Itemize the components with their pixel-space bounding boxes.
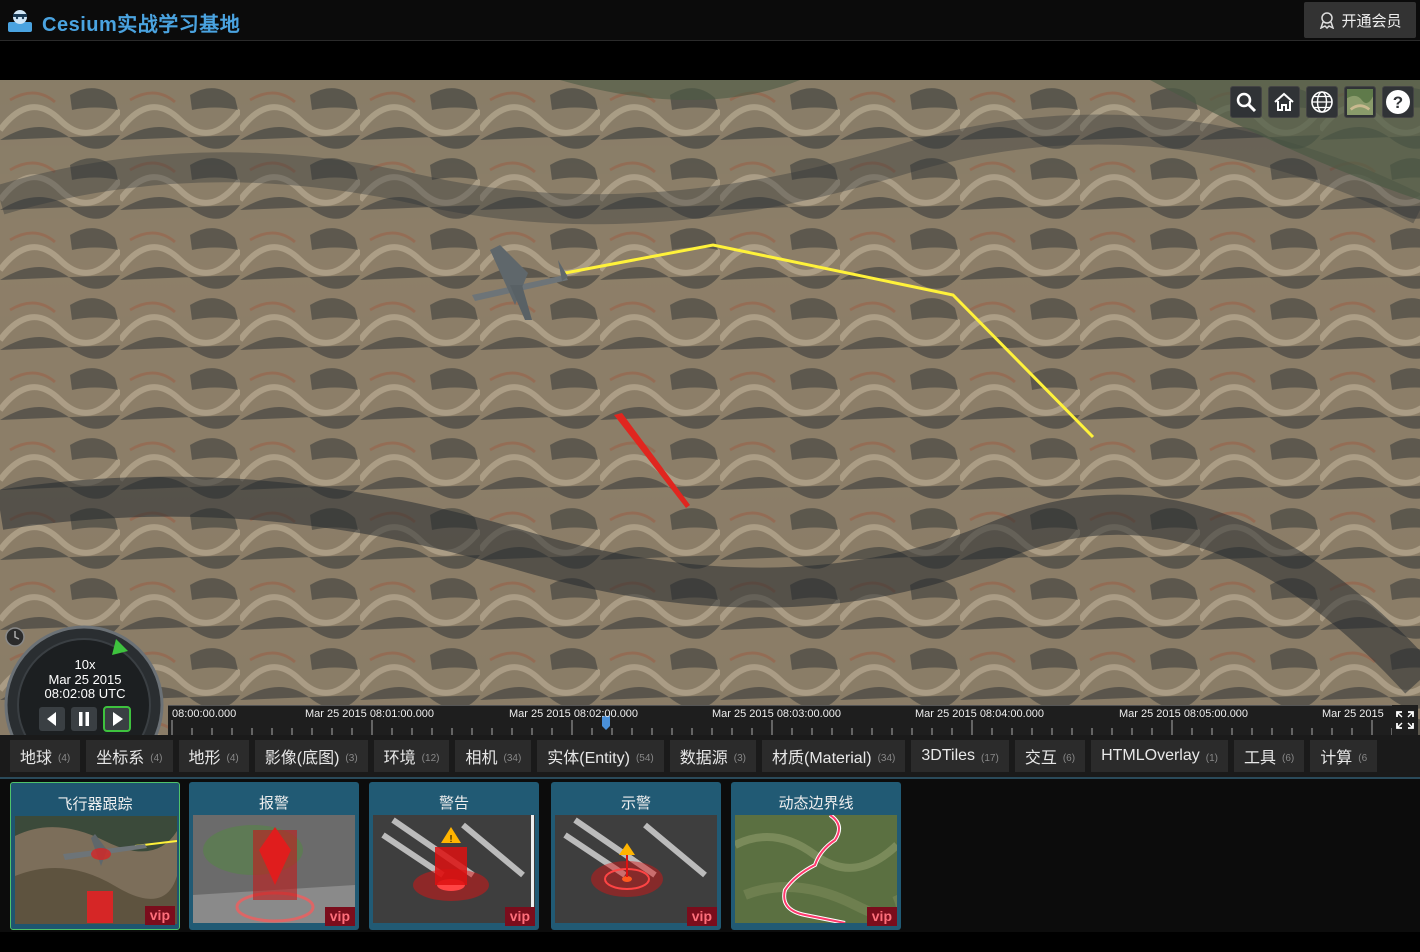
- tab-count: (17): [981, 752, 999, 764]
- tab-label: 坐标系: [96, 750, 145, 767]
- card-dynamic-boundary[interactable]: 动态边界线 vip: [731, 782, 901, 930]
- vip-badge: vip: [866, 907, 897, 926]
- terrain-map[interactable]: [0, 80, 1420, 735]
- app-title[interactable]: Cesium实战学习基地: [42, 8, 240, 37]
- tab-category[interactable]: 材质(Material) (34): [762, 740, 906, 772]
- vip-badge: vip: [324, 907, 355, 926]
- help-button[interactable]: ?: [1382, 86, 1414, 118]
- tab-label: 相机: [465, 750, 498, 767]
- vip-badge: vip: [686, 907, 717, 926]
- tab-count: (3): [345, 752, 358, 764]
- card-title: 动态边界线: [778, 795, 854, 812]
- fullscreen-button[interactable]: [1392, 705, 1418, 735]
- tab-category[interactable]: 计算 (6: [1310, 740, 1378, 772]
- imagery-icon: [1347, 89, 1373, 115]
- tab-label: 工具: [1244, 750, 1277, 767]
- tab-category[interactable]: 数据源 (3): [669, 740, 757, 772]
- tab-label: 环境: [383, 750, 416, 767]
- card-alarm[interactable]: 报警 vip: [189, 782, 359, 930]
- tab-count: (6): [1062, 752, 1076, 764]
- tab-count: (34): [503, 752, 522, 764]
- fullscreen-icon: [1396, 711, 1414, 729]
- home-button[interactable]: [1268, 86, 1300, 118]
- card-title: 示警: [620, 795, 651, 812]
- clock-speed: 10x: [74, 657, 96, 672]
- tab-count: (6): [1282, 752, 1295, 764]
- cesium-viewer[interactable]: ? 10x Mar 25 2015 08:02:08 UTC 08:00:00.…: [0, 80, 1420, 735]
- animation-widget[interactable]: 10x Mar 25 2015 08:02:08 UTC: [4, 625, 166, 735]
- tab-label: 交互: [1024, 750, 1057, 767]
- tab-category[interactable]: 交互 (6): [1014, 740, 1086, 772]
- timeline-label: 08:00:00.000: [172, 708, 237, 720]
- open-membership-label: 开通会员: [1341, 12, 1402, 30]
- vip-badge: vip: [504, 907, 535, 926]
- timeline-label: Mar 25 2015 08:02:00.000: [509, 708, 639, 720]
- tab-label: 数据源: [679, 750, 728, 767]
- card-title: 警告: [438, 795, 469, 812]
- example-cards: 飞行器跟踪 vip 报警 vip 警告 ! vip 示警 vip 动态边界线 v…: [0, 779, 1420, 952]
- timeline-label: Mar 25 2015 08:05:00.000: [1119, 708, 1249, 720]
- tab-count: (4): [226, 752, 239, 764]
- tab-label: 地球: [20, 750, 53, 767]
- tab-count: (1): [1205, 752, 1218, 764]
- tab-label: 实体(Entity): [547, 750, 630, 767]
- viewer-top-band: [0, 42, 1420, 80]
- base-layer-picker-button[interactable]: [1344, 86, 1376, 118]
- tab-label: 3DTiles: [921, 747, 976, 764]
- tab-category[interactable]: 环境 (12): [373, 740, 450, 772]
- logo-icon: [8, 10, 32, 32]
- card-title: 飞行器跟踪: [57, 796, 133, 813]
- tab-count: (12): [421, 752, 440, 764]
- clock-date: Mar 25 2015: [48, 672, 122, 687]
- tab-label: 影像(底图): [264, 750, 340, 767]
- open-membership-button[interactable]: 开通会员: [1304, 2, 1416, 38]
- tab-count: (3): [733, 752, 747, 764]
- globe-icon: [1311, 91, 1333, 113]
- tab-category[interactable]: 工具 (6): [1234, 740, 1305, 772]
- pause-button[interactable]: [71, 707, 97, 731]
- footer-strip: [0, 932, 1420, 952]
- clock-time: 08:02:08 UTC: [44, 686, 126, 701]
- tab-count: (54): [635, 752, 654, 764]
- top-bar: Cesium实战学习基地 开通会员: [0, 0, 1420, 41]
- tab-category[interactable]: HTMLOverlay (1): [1091, 740, 1228, 772]
- play-forward-button[interactable]: [103, 706, 131, 732]
- category-tabs: 地球 (4) 坐标系 (4) 地形 (4) 影像(底图) (3) 环境 (12) 相机 (34) 实体(…: [0, 735, 1420, 779]
- timeline-label: Mar 25 2015 08:04:00.000: [915, 708, 1045, 720]
- badge-icon: [1320, 12, 1335, 29]
- tab-label: 计算: [1320, 750, 1353, 767]
- search-button[interactable]: [1230, 86, 1262, 118]
- tab-count: (4): [150, 752, 163, 764]
- tab-label: 地形: [188, 750, 221, 767]
- tab-category[interactable]: 相机 (34): [455, 740, 532, 772]
- svg-text:?: ?: [1393, 93, 1403, 112]
- svg-text:!: !: [449, 834, 453, 845]
- tab-count: (34): [877, 752, 896, 764]
- scene-mode-button[interactable]: [1306, 86, 1338, 118]
- play-reverse-button[interactable]: [39, 707, 65, 731]
- card-title: 报警: [258, 795, 289, 812]
- tab-category[interactable]: 地球 (4): [10, 740, 81, 772]
- card-warning[interactable]: 警告 ! vip: [369, 782, 539, 930]
- home-icon: [1274, 92, 1294, 111]
- card-alert[interactable]: 示警 vip: [551, 782, 721, 930]
- tab-category[interactable]: 地形 (4): [178, 740, 249, 772]
- timeline-label: Mar 25 2015: [1322, 708, 1384, 720]
- search-icon: [1236, 92, 1257, 113]
- tab-category[interactable]: 3DTiles (17): [911, 740, 1009, 772]
- tab-category[interactable]: 实体(Entity) (54): [537, 740, 664, 772]
- tab-category[interactable]: 坐标系 (4): [86, 740, 173, 772]
- timeline-label: Mar 25 2015 08:03:00.000: [712, 708, 842, 720]
- timeline-label: Mar 25 2015 08:01:00.000: [305, 708, 435, 720]
- help-icon: ?: [1386, 90, 1410, 114]
- tab-label: 材质(Material): [772, 750, 872, 767]
- vip-badge: vip: [144, 906, 175, 925]
- timeline[interactable]: 08:00:00.000 Mar 25 2015 08:01:00.000 Ma…: [168, 705, 1392, 735]
- card-aircraft-tracking[interactable]: 飞行器跟踪 vip: [10, 782, 180, 930]
- tab-category[interactable]: 影像(底图) (3): [254, 740, 368, 772]
- viewer-toolbar: ?: [1230, 86, 1414, 118]
- tab-label: HTMLOverlay: [1101, 747, 1200, 764]
- tab-count: (6: [1358, 752, 1368, 764]
- tab-count: (4): [58, 752, 71, 764]
